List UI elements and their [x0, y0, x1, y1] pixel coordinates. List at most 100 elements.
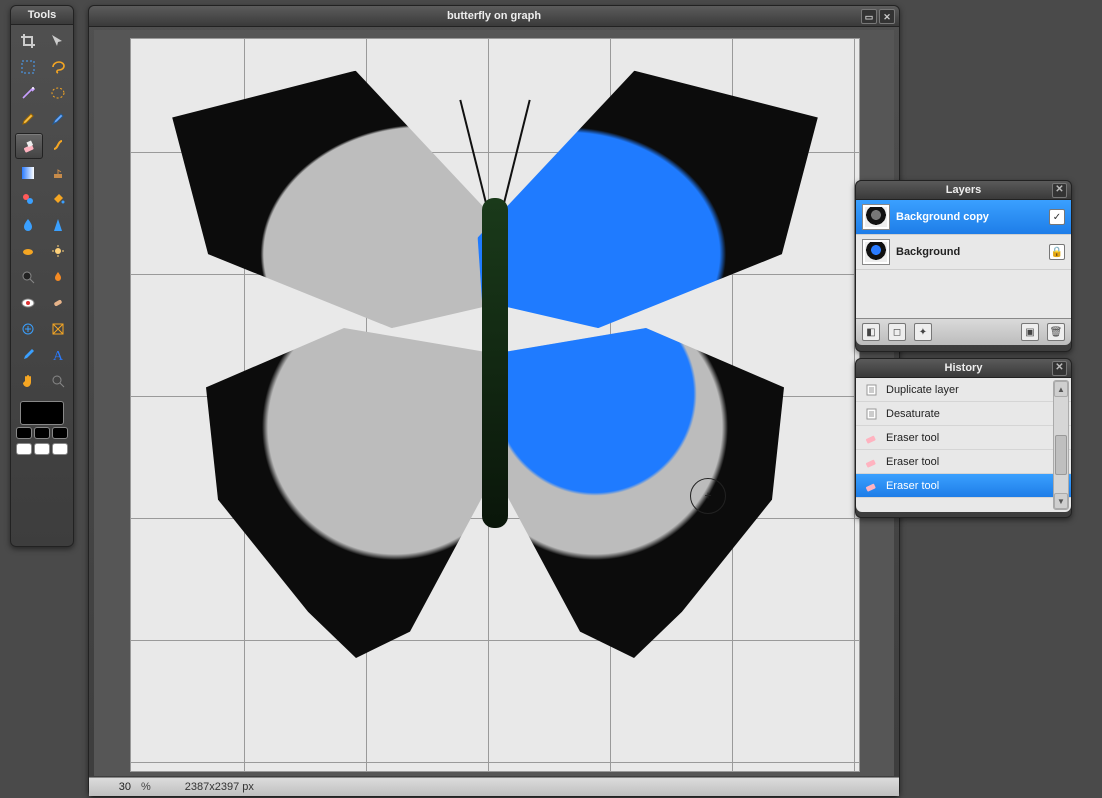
- history-scrollbar[interactable]: ▲ ▼: [1053, 380, 1069, 510]
- brush-tool[interactable]: [45, 107, 71, 131]
- delete-layer-button[interactable]: 🗑: [1047, 323, 1065, 341]
- scroll-thumb[interactable]: [1055, 435, 1067, 475]
- blur-icon: [20, 217, 36, 233]
- history-item[interactable]: Desaturate: [856, 402, 1071, 426]
- swatch-white-3[interactable]: [52, 443, 68, 455]
- layer-name-label: Background: [896, 246, 1043, 258]
- magic-wand-tool[interactable]: [15, 81, 41, 105]
- rect-select-tool[interactable]: [15, 55, 41, 79]
- document-titlebar[interactable]: butterfly on graph ▭ ✕: [89, 6, 899, 27]
- sharpen-tool[interactable]: [45, 213, 71, 237]
- tools-panel-title[interactable]: Tools: [11, 6, 73, 25]
- history-item-label: Eraser tool: [886, 432, 939, 444]
- move-icon: [50, 33, 66, 49]
- butterfly-wing: [200, 328, 500, 658]
- eyedropper-tool[interactable]: [15, 343, 41, 367]
- rect-select-icon: [20, 59, 36, 75]
- history-item[interactable]: Eraser tool: [856, 474, 1071, 498]
- clone-stamp-tool[interactable]: [45, 161, 71, 185]
- spot-heal-icon: [50, 295, 66, 311]
- zoom-tool[interactable]: [45, 369, 71, 393]
- pinch-icon: [50, 321, 66, 337]
- zoom-dark-tool[interactable]: [15, 265, 41, 289]
- butterfly-body: [482, 198, 508, 528]
- pinch-tool[interactable]: [45, 317, 71, 341]
- lasso-select-tool[interactable]: [45, 55, 71, 79]
- eraser-tool[interactable]: [15, 133, 43, 159]
- magic-wand-icon: [20, 85, 36, 101]
- move-tool[interactable]: [45, 29, 71, 53]
- red-eye-tool[interactable]: [15, 291, 41, 315]
- layer-thumbnail: [862, 239, 890, 265]
- statusbar: 30 % 2387x2397 px: [89, 777, 899, 796]
- document-window: butterfly on graph ▭ ✕ 30 % 2387x2397 px: [88, 5, 900, 797]
- rope-select-tool[interactable]: [45, 81, 71, 105]
- red-eye-icon: [20, 295, 36, 311]
- history-item[interactable]: Eraser tool: [856, 450, 1071, 474]
- layer-styles-button[interactable]: ✦: [914, 323, 932, 341]
- layer-opacity-button[interactable]: ◧: [862, 323, 880, 341]
- blur-tool[interactable]: [15, 213, 41, 237]
- zoom-icon: [50, 373, 66, 389]
- scroll-down-button[interactable]: ▼: [1054, 493, 1068, 509]
- sponge-tool[interactable]: [15, 239, 41, 263]
- foreground-color-swatch[interactable]: [20, 401, 64, 425]
- maximize-button[interactable]: ▭: [861, 9, 877, 24]
- close-button[interactable]: ✕: [879, 9, 895, 24]
- dodge-icon: [50, 243, 66, 259]
- type-icon: A: [50, 347, 66, 363]
- pencil-tool[interactable]: [15, 107, 41, 131]
- history-list: Duplicate layer Desaturate Eraser tool Eras…: [856, 378, 1071, 512]
- spot-heal-tool[interactable]: [45, 291, 71, 315]
- layers-close-button[interactable]: ✕: [1052, 183, 1067, 198]
- eyedropper-icon: [20, 347, 36, 363]
- lock-icon[interactable]: 🔒: [1049, 244, 1065, 260]
- scroll-up-button[interactable]: ▲: [1054, 381, 1068, 397]
- history-item-label: Eraser tool: [886, 480, 939, 492]
- layer-row[interactable]: Background 🔒: [856, 235, 1071, 270]
- swatch-black-2[interactable]: [34, 427, 50, 439]
- swatch-white[interactable]: [16, 443, 32, 455]
- clone-stamp-icon: [50, 165, 66, 181]
- swatch-row-2: [11, 443, 73, 455]
- new-layer-button[interactable]: ▣: [1021, 323, 1039, 341]
- svg-text:A: A: [53, 349, 64, 363]
- zoom-value[interactable]: 30: [95, 781, 131, 793]
- hand-tool[interactable]: [15, 369, 41, 393]
- swatch-black-3[interactable]: [52, 427, 68, 439]
- crop-tool[interactable]: [15, 29, 41, 53]
- zoom-dark-icon: [20, 269, 36, 285]
- bloat-tool[interactable]: [15, 317, 41, 341]
- burn-tool[interactable]: [45, 265, 71, 289]
- hand-icon: [20, 373, 36, 389]
- history-panel: History ✕ Duplicate layer Desaturate Erase…: [855, 358, 1072, 518]
- history-item-label: Duplicate layer: [886, 384, 959, 396]
- swatch-black[interactable]: [16, 427, 32, 439]
- layers-panel-title[interactable]: Layers ✕: [856, 181, 1071, 200]
- visibility-checkbox[interactable]: ✓: [1049, 209, 1065, 225]
- history-panel-title[interactable]: History ✕: [856, 359, 1071, 378]
- color-replace-tool[interactable]: [15, 187, 41, 211]
- history-close-button[interactable]: ✕: [1052, 361, 1067, 376]
- swatch-white-2[interactable]: [34, 443, 50, 455]
- eraser-icon: [864, 479, 880, 493]
- history-item[interactable]: Duplicate layer: [856, 378, 1071, 402]
- fill-bucket-tool[interactable]: [45, 187, 71, 211]
- burn-icon: [50, 269, 66, 285]
- eraser-icon: [21, 138, 37, 154]
- canvas-image: [130, 38, 860, 772]
- brush-icon: [50, 111, 66, 127]
- history-item-label: Desaturate: [886, 408, 940, 420]
- document-title-label: butterfly on graph: [447, 10, 541, 22]
- layer-mask-button[interactable]: ◻: [888, 323, 906, 341]
- type-tool[interactable]: A: [45, 343, 71, 367]
- layer-row[interactable]: Background copy✓: [856, 200, 1071, 235]
- butterfly-wing: [468, 52, 831, 355]
- smudge-tool[interactable]: [45, 133, 71, 157]
- canvas[interactable]: [94, 30, 894, 776]
- eraser-icon: [864, 431, 880, 445]
- eraser-cursor: [690, 478, 726, 514]
- history-item[interactable]: Eraser tool: [856, 426, 1071, 450]
- gradient-tool[interactable]: [15, 161, 41, 185]
- dodge-tool[interactable]: [45, 239, 71, 263]
